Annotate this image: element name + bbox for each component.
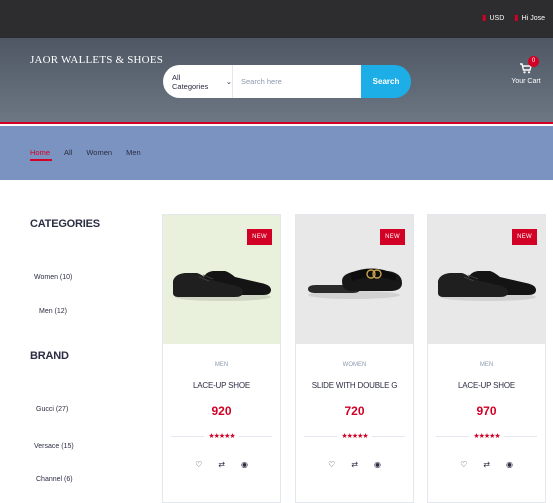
product-rating: ★★★★★: [304, 431, 406, 441]
dollar-icon: ▮: [482, 13, 487, 22]
star-rating-icon: ★★★★★: [473, 433, 500, 440]
nav-item-men[interactable]: Men: [126, 148, 141, 157]
product-category: MEN: [214, 362, 229, 368]
compare-icon[interactable]: ⇄: [483, 460, 490, 469]
product-category: MEN: [479, 362, 494, 368]
main-header: JAOR WALLETS & SHOES All Categories ⌄ Se…: [0, 38, 553, 124]
currency-label: USD: [489, 14, 505, 22]
product-price: 720: [344, 404, 365, 418]
cart-count-badge: 0: [528, 56, 539, 67]
category-select[interactable]: All Categories ⌄: [163, 65, 233, 98]
divider: [503, 435, 538, 437]
categories-title: CATEGORIES: [30, 218, 100, 230]
product-name[interactable]: LACE-UP SHOE: [428, 381, 545, 390]
brand-title: BRAND: [30, 350, 69, 362]
new-badge: NEW: [380, 229, 405, 245]
product-image[interactable]: NEW: [163, 215, 280, 344]
product-card[interactable]: NEW WOMEN SLIDE WITH DOUBLE G 720 ★★★★★ …: [295, 214, 414, 503]
search-button[interactable]: Search: [361, 65, 411, 98]
divider: [171, 435, 205, 437]
product-image[interactable]: NEW: [296, 215, 413, 344]
divider: [436, 435, 470, 437]
top-bar: ▮ USD ▮ Hi Jose: [0, 0, 553, 38]
product-name[interactable]: SLIDE WITH DOUBLE G: [296, 381, 413, 390]
product-actions: ♡ ⇄ ◉: [163, 460, 280, 469]
product-category: WOMEN: [342, 362, 367, 368]
heart-icon[interactable]: ♡: [460, 460, 467, 469]
new-badge: NEW: [247, 229, 272, 245]
currency-link[interactable]: ▮ USD: [482, 14, 504, 22]
new-badge: NEW: [512, 229, 537, 245]
chevron-down-icon: ⌄: [225, 77, 232, 86]
cart-icon: 0: [510, 56, 542, 74]
compare-icon[interactable]: ⇄: [351, 460, 358, 469]
product-name[interactable]: LACE-UP SHOE: [163, 381, 280, 390]
main-nav: Home All Women Men: [0, 126, 553, 180]
product-rating: ★★★★★: [171, 431, 273, 441]
divider: [371, 435, 406, 437]
product-price: 970: [476, 404, 497, 418]
brand-item-versace[interactable]: Versace (15): [34, 443, 74, 450]
eye-icon[interactable]: ◉: [506, 460, 513, 469]
category-item-women[interactable]: Women (10): [34, 274, 72, 281]
category-item-men[interactable]: Men (12): [39, 308, 67, 315]
product-rating: ★★★★★: [436, 431, 538, 441]
brand-item-gucci[interactable]: Gucci (27): [36, 406, 68, 413]
search-input[interactable]: [233, 65, 361, 98]
star-rating-icon: ★★★★★: [341, 433, 368, 440]
eye-icon[interactable]: ◉: [241, 460, 248, 469]
nav-list: Home All Women Men: [30, 148, 141, 161]
compare-icon[interactable]: ⇄: [218, 460, 225, 469]
search-form: All Categories ⌄ Search: [163, 65, 411, 98]
account-link[interactable]: ▮ Hi Jose: [514, 14, 545, 22]
brand-item-channel[interactable]: Channel (6): [36, 476, 73, 483]
category-select-value: All Categories: [172, 72, 209, 91]
user-icon: ▮: [514, 13, 519, 22]
product-card[interactable]: NEW MEN LACE-UP SHOE 970 ★★★★★ ♡ ⇄ ◉: [427, 214, 546, 503]
nav-item-women[interactable]: Women: [86, 148, 112, 157]
account-greeting: Hi Jose: [521, 14, 545, 22]
eye-icon[interactable]: ◉: [374, 460, 381, 469]
product-image[interactable]: NEW: [428, 215, 545, 344]
heart-icon[interactable]: ♡: [195, 460, 202, 469]
product-card[interactable]: NEW MEN LACE-UP SHOE 920 ★★★★★ ♡ ⇄ ◉: [162, 214, 281, 503]
top-bar-links: ▮ USD ▮ Hi Jose: [482, 14, 545, 22]
store-logo[interactable]: JAOR WALLETS & SHOES: [30, 54, 163, 66]
divider: [304, 435, 338, 437]
product-actions: ♡ ⇄ ◉: [296, 460, 413, 469]
product-actions: ♡ ⇄ ◉: [428, 460, 545, 469]
star-rating-icon: ★★★★★: [208, 433, 235, 440]
product-price: 920: [211, 404, 232, 418]
nav-item-all[interactable]: All: [64, 148, 72, 157]
nav-item-home[interactable]: Home: [30, 148, 53, 161]
cart-label: Your Cart: [511, 78, 541, 85]
cart-button[interactable]: 0 Your Cart: [510, 56, 542, 85]
heart-icon[interactable]: ♡: [328, 460, 335, 469]
divider: [238, 435, 273, 437]
